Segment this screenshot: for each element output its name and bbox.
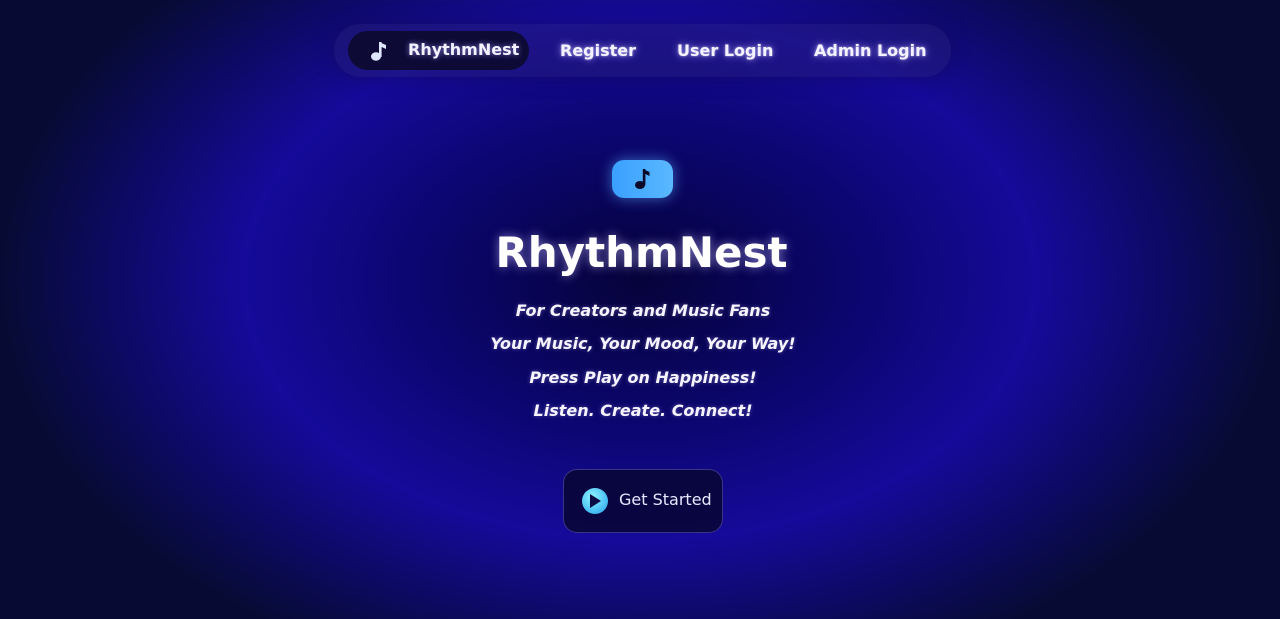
nav-user-login-link[interactable]: User Login (677, 41, 773, 60)
tagline: For Creators and Music Fans (515, 301, 771, 320)
nav-register-link[interactable]: Register (560, 41, 636, 60)
brand-name: RhythmNest (408, 40, 520, 59)
tagline: Press Play on Happiness! (529, 368, 757, 387)
music-note-icon (371, 42, 386, 61)
get-started-button[interactable]: Get Started (563, 469, 723, 533)
page-title: RhythmNest (495, 228, 788, 277)
play-icon (582, 488, 608, 514)
top-nav: RhythmNest Register User Login Admin Log… (334, 24, 951, 77)
brand-link[interactable]: RhythmNest (348, 31, 529, 70)
get-started-label: Get Started (619, 490, 712, 509)
nav-admin-login-link[interactable]: Admin Login (814, 41, 926, 60)
hero-music-badge (612, 160, 673, 198)
music-note-icon (635, 169, 650, 189)
tagline: Listen. Create. Connect! (533, 401, 753, 420)
tagline: Your Music, Your Mood, Your Way! (490, 334, 796, 353)
